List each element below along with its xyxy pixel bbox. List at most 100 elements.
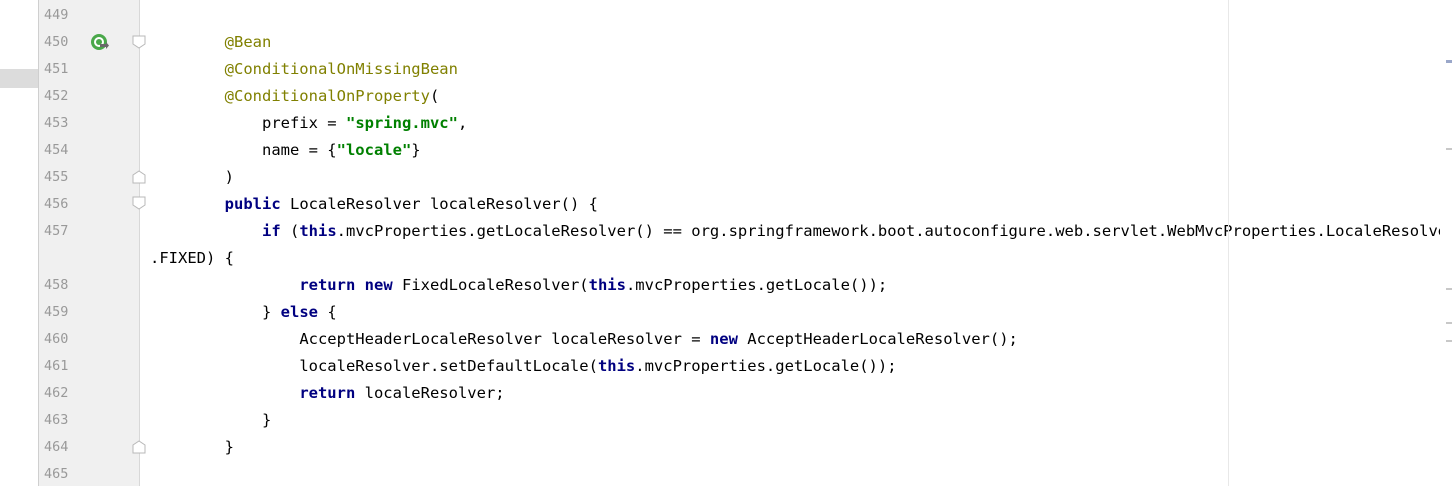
line-number [44, 245, 74, 272]
line-number: 454 [44, 142, 69, 158]
code-token: public [224, 195, 281, 213]
line-number: 456 [44, 196, 69, 212]
code-token: } [261, 303, 281, 321]
code-token: new [709, 330, 738, 348]
line-number: 464 [44, 439, 69, 455]
code-token: name = { [261, 141, 337, 159]
code-token: .mvcProperties.getLocale()); [635, 357, 897, 375]
editor-left-strip [0, 0, 38, 486]
code-token: return [299, 276, 356, 294]
line-number: 450 [44, 34, 69, 50]
code-token: @Bean [224, 33, 272, 51]
code-token: ( [280, 222, 300, 240]
code-token: @ConditionalOnProperty [224, 87, 430, 105]
code-token: AcceptHeaderLocaleResolver localeResolve… [299, 330, 710, 348]
code-line[interactable]: } [150, 407, 271, 434]
code-token: localeResolver; [355, 384, 505, 402]
code-token: } [411, 141, 421, 159]
code-token: LocaleResolver localeResolver() { [280, 195, 598, 213]
code-line[interactable]: if (this.mvcProperties.getLocaleResolver… [150, 218, 1452, 245]
code-line[interactable]: prefix = "spring.mvc", [150, 110, 467, 137]
code-token: .mvcProperties.getLocaleResolver() == or… [336, 222, 1452, 240]
code-token: this [299, 222, 337, 240]
code-line[interactable]: public LocaleResolver localeResolver() { [150, 191, 598, 218]
code-token: "spring.mvc" [345, 114, 458, 132]
code-token: else [280, 303, 318, 321]
code-token: .FIXED) { [150, 249, 234, 267]
code-token: } [224, 438, 234, 456]
code-line[interactable]: .FIXED) { [150, 245, 234, 272]
code-token: FixedLocaleResolver( [392, 276, 589, 294]
code-line[interactable]: ) [150, 164, 234, 191]
code-token: ( [429, 87, 440, 105]
code-token: localeResolver.setDefaultLocale( [299, 357, 598, 375]
code-token: { [317, 303, 337, 321]
code-token: AcceptHeaderLocaleResolver(); [737, 330, 1018, 348]
fold-marker-icon[interactable] [132, 170, 146, 184]
error-stripe-marker[interactable] [1446, 60, 1452, 63]
code-token: , [457, 114, 468, 132]
line-number: 457 [44, 223, 69, 239]
code-line[interactable]: AcceptHeaderLocaleResolver localeResolve… [150, 326, 1018, 353]
code-token: this [597, 357, 636, 375]
line-number: 461 [44, 358, 69, 374]
code-token: return [299, 384, 356, 402]
code-token: "locale" [336, 141, 412, 159]
code-line[interactable]: name = {"locale"} [150, 137, 421, 164]
code-line[interactable]: } else { [150, 299, 337, 326]
line-number: 451 [44, 61, 69, 77]
code-token: @ConditionalOnMissingBean [224, 60, 458, 78]
line-number: 460 [44, 331, 69, 347]
code-line[interactable]: @ConditionalOnProperty( [150, 83, 440, 110]
editor-scrollbar[interactable] [1440, 0, 1452, 486]
fold-marker-icon[interactable] [132, 35, 146, 49]
line-number: 465 [44, 466, 69, 482]
fold-marker-icon[interactable] [132, 440, 146, 454]
code-token: new [364, 276, 393, 294]
line-number: 463 [44, 412, 69, 428]
code-token: if [261, 222, 281, 240]
code-line[interactable]: } [150, 434, 234, 461]
line-number: 449 [44, 7, 69, 23]
right-margin-guide [1228, 0, 1229, 486]
code-token: this [588, 276, 626, 294]
code-token: .mvcProperties.getLocale()); [625, 276, 888, 294]
line-number: 455 [44, 169, 69, 185]
code-line[interactable]: return new FixedLocaleResolver(this.mvcP… [150, 272, 887, 299]
line-number: 453 [44, 115, 69, 131]
error-stripe-marker[interactable] [1446, 322, 1452, 324]
error-stripe-marker[interactable] [1446, 288, 1452, 290]
code-line[interactable]: @Bean [150, 29, 272, 56]
current-line-marker [0, 69, 38, 88]
code-token: ) [224, 168, 234, 186]
bean-navigate-icon[interactable] [89, 32, 109, 52]
line-number: 462 [44, 385, 69, 401]
code-line[interactable]: @ConditionalOnMissingBean [150, 56, 458, 83]
code-line[interactable]: return localeResolver; [150, 380, 505, 407]
fold-marker-icon[interactable] [132, 196, 146, 210]
line-number: 452 [44, 88, 69, 104]
error-stripe-marker[interactable] [1446, 148, 1452, 150]
code-token: } [261, 411, 272, 429]
code-token: prefix = [261, 114, 346, 132]
code-editor[interactable]: @Bean @ConditionalOnMissingBean @Conditi… [150, 0, 1452, 486]
error-stripe-marker[interactable] [1446, 340, 1452, 342]
code-line[interactable]: localeResolver.setDefaultLocale(this.mvc… [150, 353, 897, 380]
line-number: 458 [44, 277, 69, 293]
